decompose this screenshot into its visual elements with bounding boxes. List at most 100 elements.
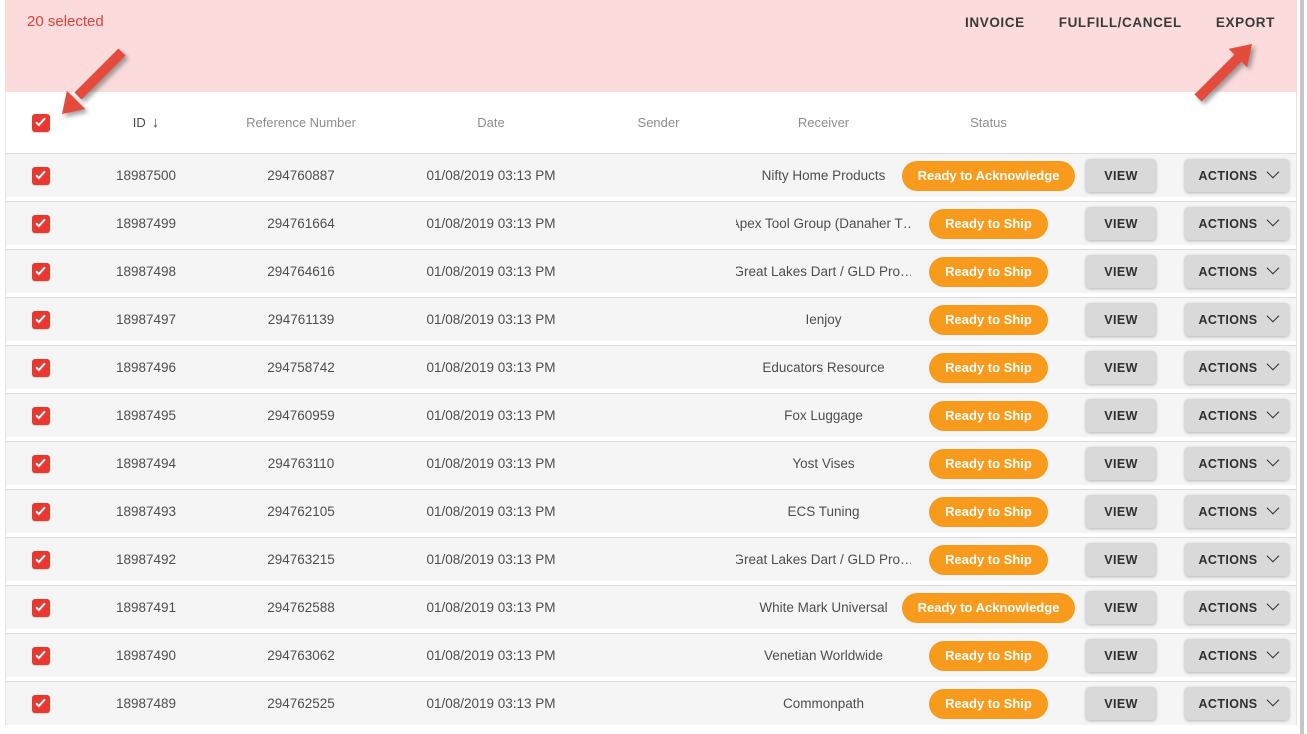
actions-button[interactable]: ACTIONS [1185,639,1288,672]
column-header-sender[interactable]: Sender [638,115,680,130]
actions-button[interactable]: ACTIONS [1185,351,1288,384]
check-icon [35,649,45,660]
column-header-date[interactable]: Date [477,115,504,130]
check-icon [35,697,45,708]
column-header-id[interactable]: ID [133,115,146,130]
table-row: 18987496 294758742 01/08/2019 03:13 PM E… [6,345,1296,389]
view-button[interactable]: VIEW [1086,639,1156,672]
actions-button[interactable]: ACTIONS [1185,447,1288,480]
row-checkbox[interactable] [32,647,50,665]
status-badge: Ready to Ship [929,449,1048,479]
actions-button[interactable]: ACTIONS [1185,207,1288,240]
actions-button[interactable]: ACTIONS [1185,399,1288,432]
cell-id: 18987489 [91,696,201,711]
view-button[interactable]: VIEW [1086,447,1156,480]
status-badge: Ready to Ship [929,353,1048,383]
bar-actions: INVOICE FULFILL/CANCEL EXPORT [931,12,1275,33]
status-badge: Ready to Ship [929,257,1048,287]
actions-button[interactable]: ACTIONS [1185,303,1288,336]
column-header-reference-number[interactable]: Reference Number [246,115,356,130]
cell-date: 01/08/2019 03:13 PM [401,408,581,423]
actions-button[interactable]: ACTIONS [1185,687,1288,720]
status-badge: Ready to Ship [929,689,1048,719]
column-header-status[interactable]: Status [970,115,1007,130]
actions-button-label: ACTIONS [1198,505,1257,519]
fulfill-cancel-button[interactable]: FULFILL/CANCEL [1059,12,1182,33]
view-button[interactable]: VIEW [1086,399,1156,432]
cell-reference-number: 294758742 [201,360,401,375]
table-row: 18987492 294763215 01/08/2019 03:13 PM G… [6,537,1296,581]
cell-receiver: Fox Luggage [736,408,911,423]
export-button[interactable]: EXPORT [1216,12,1275,33]
check-icon [35,217,45,228]
row-checkbox[interactable] [32,311,50,329]
chevron-down-icon [1266,166,1279,179]
cell-reference-number: 294761664 [201,216,401,231]
chevron-down-icon [1266,550,1279,563]
view-button[interactable]: VIEW [1086,495,1156,528]
view-button[interactable]: VIEW [1086,303,1156,336]
chevron-down-icon [1266,502,1279,515]
orders-page: 20 selected INVOICE FULFILL/CANCEL EXPOR… [0,0,1307,734]
view-button[interactable]: VIEW [1086,687,1156,720]
column-header-receiver[interactable]: Receiver [798,115,849,130]
scrollbar[interactable] [1300,0,1304,734]
table-row: 18987493 294762105 01/08/2019 03:13 PM E… [6,489,1296,533]
row-checkbox[interactable] [32,551,50,569]
cell-id: 18987491 [91,600,201,615]
actions-button[interactable]: ACTIONS [1185,543,1288,576]
check-icon [35,361,45,372]
actions-button[interactable]: ACTIONS [1185,159,1288,192]
row-checkbox[interactable] [32,215,50,233]
row-checkbox[interactable] [32,455,50,473]
check-icon [35,457,45,468]
view-button[interactable]: VIEW [1086,159,1156,192]
actions-button[interactable]: ACTIONS [1185,495,1288,528]
check-icon [35,313,45,324]
select-all-checkbox[interactable] [32,114,50,132]
status-badge: Ready to Ship [929,545,1048,575]
cell-id: 18987496 [91,360,201,375]
actions-button-label: ACTIONS [1198,313,1257,327]
cell-receiver: Ienjoy [736,312,911,327]
cell-date: 01/08/2019 03:13 PM [401,312,581,327]
chevron-down-icon [1266,358,1279,371]
actions-button-label: ACTIONS [1198,649,1257,663]
table-row: 18987494 294763110 01/08/2019 03:13 PM Y… [6,441,1296,485]
view-button[interactable]: VIEW [1086,591,1156,624]
status-badge: Ready to Ship [929,305,1048,335]
row-checkbox[interactable] [32,503,50,521]
row-checkbox[interactable] [32,167,50,185]
row-checkbox[interactable] [32,407,50,425]
view-button[interactable]: VIEW [1086,543,1156,576]
cell-reference-number: 294760887 [201,168,401,183]
view-button[interactable]: VIEW [1086,207,1156,240]
check-icon [35,116,45,127]
row-checkbox[interactable] [32,599,50,617]
view-button[interactable]: VIEW [1086,255,1156,288]
cell-receiver: Venetian Worldwide [736,648,911,663]
row-checkbox[interactable] [32,263,50,281]
actions-button-label: ACTIONS [1198,697,1257,711]
actions-button-label: ACTIONS [1198,601,1257,615]
check-icon [35,505,45,516]
cell-reference-number: 294762525 [201,696,401,711]
cell-reference-number: 294763062 [201,648,401,663]
actions-button[interactable]: ACTIONS [1185,591,1288,624]
check-icon [35,169,45,180]
cell-date: 01/08/2019 03:13 PM [401,696,581,711]
actions-button[interactable]: ACTIONS [1185,255,1288,288]
actions-button-label: ACTIONS [1198,361,1257,375]
table-row: 18987491 294762588 01/08/2019 03:13 PM W… [6,585,1296,629]
cell-date: 01/08/2019 03:13 PM [401,600,581,615]
cell-receiver: Commonpath [736,696,911,711]
invoice-button[interactable]: INVOICE [965,12,1025,33]
cell-reference-number: 294763215 [201,552,401,567]
cell-date: 01/08/2019 03:13 PM [401,648,581,663]
row-checkbox[interactable] [32,695,50,713]
chevron-down-icon [1266,454,1279,467]
cell-reference-number: 294762105 [201,504,401,519]
view-button[interactable]: VIEW [1086,351,1156,384]
row-checkbox[interactable] [32,359,50,377]
actions-button-label: ACTIONS [1198,553,1257,567]
